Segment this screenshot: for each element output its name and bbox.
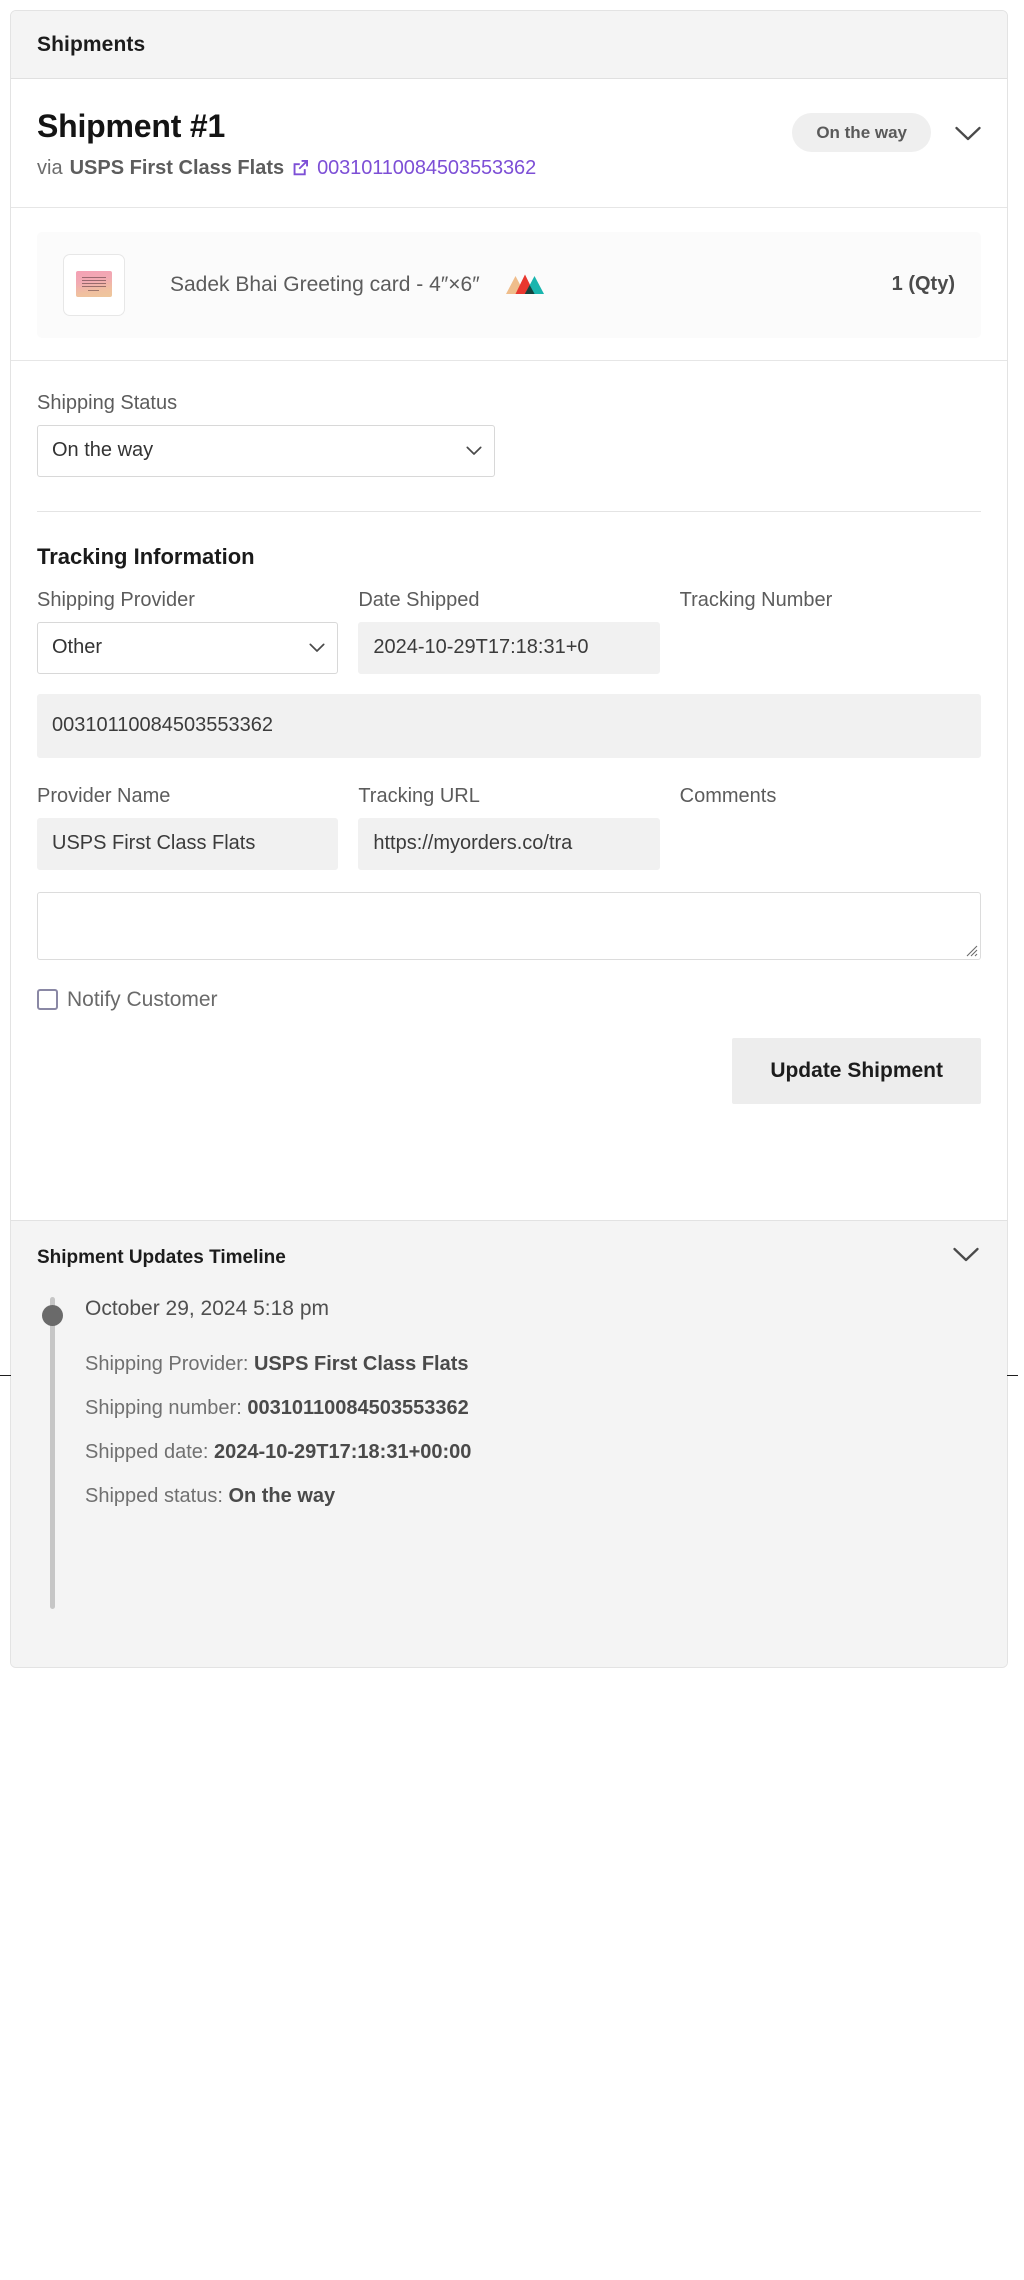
- chevron-down-icon: [955, 126, 981, 142]
- timeline-dot: [42, 1304, 63, 1326]
- shipment-header: Shipment #1 via USPS First Class Flats 0…: [11, 79, 1007, 208]
- external-link-icon[interactable]: [291, 158, 310, 177]
- timeline-title: Shipment Updates Timeline: [37, 1246, 286, 1268]
- shipping-status-select[interactable]: On the way: [37, 424, 495, 477]
- tracking-number-input[interactable]: 00310110084503553362: [37, 693, 981, 758]
- product-name: Sadek Bhai Greeting card - 4″×6″: [170, 272, 480, 296]
- greeting-card-thumbnail: [73, 270, 115, 300]
- notify-customer-label: Notify Customer: [67, 987, 218, 1011]
- timeline-detail-status-label: Shipped status:: [85, 1484, 229, 1507]
- product-thumbnail[interactable]: [63, 253, 125, 316]
- product-quantity: 1 (Qty): [891, 273, 955, 296]
- timeline-detail-provider-value: USPS First Class Flats: [253, 1352, 469, 1375]
- timeline-detail-number-value: 00310110084503553362: [247, 1396, 469, 1419]
- tracking-number-link[interactable]: 00310110084503553362: [317, 155, 536, 181]
- chevron-down-icon: [953, 1247, 979, 1268]
- shipments-card: Shipments Shipment #1 via USPS First Cla…: [0, 10, 1018, 1668]
- tracking-information-title: Tracking Information: [37, 543, 255, 569]
- shipment-collapse-toggle[interactable]: [951, 117, 985, 151]
- shipment-via-line: via USPS First Class Flats 0031011008450…: [37, 155, 981, 181]
- date-shipped-field: Date Shipped 2024-10-29T17:18:31+0: [358, 588, 660, 674]
- timeline-detail-date: Shipped date: 2024-10-29T17:18:31+00:00: [85, 1439, 981, 1466]
- resize-handle-icon[interactable]: [964, 943, 978, 957]
- timeline-detail-date-value: 2024-10-29T17:18:31+00:00: [214, 1440, 472, 1463]
- provider-name-input[interactable]: USPS First Class Flats: [37, 817, 339, 870]
- notify-customer-checkbox[interactable]: [37, 989, 58, 1011]
- date-shipped-input[interactable]: 2024-10-29T17:18:31+0: [358, 621, 660, 674]
- provider-name-label: Provider Name: [37, 784, 171, 807]
- timeline-rail: [50, 1296, 55, 1609]
- timeline-detail-status: Shipped status: On the way: [85, 1483, 981, 1510]
- comments-textarea[interactable]: [37, 891, 981, 960]
- timeline-detail-date-label: Shipped date:: [85, 1440, 214, 1463]
- mountains-icon: [505, 273, 544, 297]
- timeline-detail-provider: Shipping Provider: USPS First Class Flat…: [85, 1351, 981, 1378]
- shipment-updates-timeline-panel: Shipment Updates Timeline October 29, 20…: [11, 1219, 1007, 1667]
- comments-label: Comments: [679, 784, 777, 807]
- tracking-url-field: Tracking URL https://myorders.co/tra: [358, 784, 660, 870]
- page-root: Shipments Shipment #1 via USPS First Cla…: [0, 10, 1018, 2272]
- timeline-list: October 29, 2024 5:18 pm Shipping Provid…: [37, 1296, 981, 1627]
- form-bottom-spacer: [11, 1103, 1007, 1220]
- timeline-detail-provider-label: Shipping Provider:: [85, 1352, 254, 1375]
- chevron-down-icon: [466, 446, 482, 456]
- chevron-down-icon: [309, 643, 325, 653]
- update-shipment-button[interactable]: Update Shipment: [732, 1037, 981, 1104]
- timeline-entry-time: October 29, 2024 5:18 pm: [85, 1296, 329, 1320]
- timeline-detail-status-value: On the way: [228, 1484, 336, 1507]
- tracking-number-field: Tracking Number: [680, 588, 981, 674]
- tracking-row-1: Shipping Provider Other Date Shipped 202…: [37, 588, 981, 674]
- shipment-products: Sadek Bhai Greeting card - 4″×6″ 1 (Qty): [11, 207, 1007, 361]
- shipping-status-value: On the way: [52, 439, 154, 462]
- timeline-detail-number: Shipping number: 00310110084503553362: [85, 1395, 981, 1422]
- shipping-provider-select[interactable]: Other: [37, 621, 339, 674]
- tracking-row-2: Provider Name USPS First Class Flats Tra…: [37, 784, 981, 870]
- timeline-detail-number-label: Shipping number:: [85, 1396, 248, 1419]
- tracking-url-input[interactable]: https://myorders.co/tra: [358, 817, 660, 870]
- via-word: via: [37, 156, 63, 179]
- comments-field: Comments: [680, 784, 981, 870]
- shipping-provider-field: Shipping Provider Other: [37, 588, 339, 674]
- shipment-form: Shipping Status On the way Tracking Info…: [11, 360, 1007, 960]
- date-shipped-label: Date Shipped: [358, 588, 480, 611]
- product-line-item: Sadek Bhai Greeting card - 4″×6″ 1 (Qty): [37, 231, 981, 338]
- timeline-bottom-spacer: [73, 1527, 981, 1627]
- provider-name-field: Provider Name USPS First Class Flats: [37, 784, 339, 870]
- shipping-provider-value: Other: [52, 636, 103, 659]
- shipping-status-label: Shipping Status: [37, 391, 178, 414]
- shipping-status-select-wrap: On the way: [37, 424, 495, 477]
- notify-customer-row: Notify Customer: [11, 987, 1007, 1012]
- timeline-collapse-toggle[interactable]: [951, 1243, 981, 1273]
- tracking-number-label: Tracking Number: [679, 588, 833, 611]
- shipping-provider-label: Shipping Provider: [37, 588, 195, 611]
- shipments-card-header: Shipments: [11, 11, 1007, 79]
- timeline-entry-details: Shipping Provider: USPS First Class Flat…: [85, 1351, 981, 1510]
- shipment-provider-name: USPS First Class Flats: [69, 156, 285, 179]
- status-badge[interactable]: On the way: [792, 113, 931, 152]
- form-divider: [37, 510, 981, 512]
- tracking-url-label: Tracking URL: [358, 784, 480, 807]
- shipment-actions: Update Shipment: [11, 1037, 1007, 1104]
